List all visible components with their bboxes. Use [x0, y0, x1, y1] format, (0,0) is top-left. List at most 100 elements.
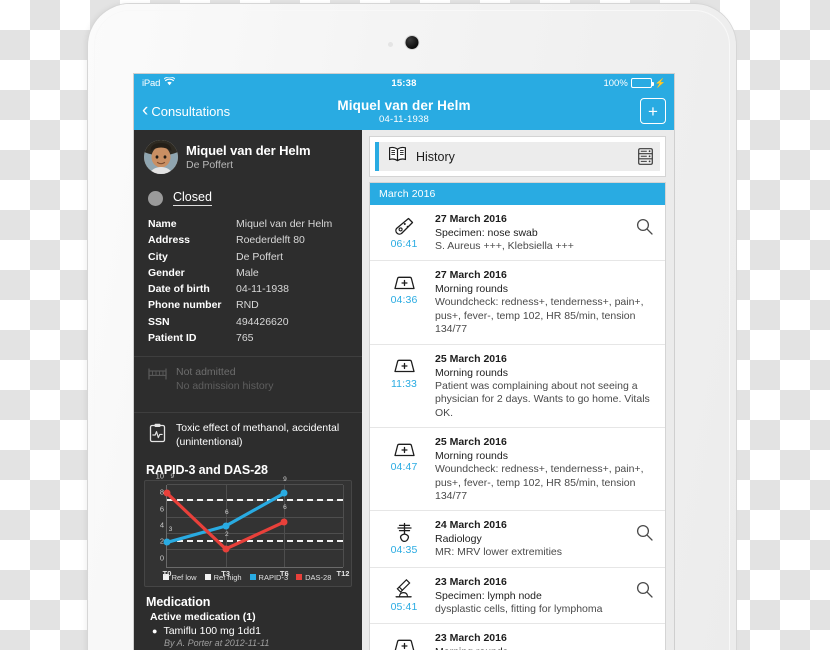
- scores-chart-section: RAPID-3 and DAS-28 10 8 6 4 2 0 3 6 9 9 …: [134, 459, 362, 587]
- back-to-consultations-button[interactable]: ‹ Consultations: [142, 99, 231, 121]
- info-value: 04-11-1938: [236, 283, 289, 296]
- info-key: Address: [148, 234, 191, 247]
- chart-series-lines: [167, 485, 343, 567]
- entry-time: 05:41: [390, 600, 418, 613]
- admission-status-block[interactable]: Not admitted No admission history: [134, 357, 362, 402]
- data-point-das28: [280, 518, 288, 526]
- info-key: City: [148, 250, 168, 263]
- consultation-status-row[interactable]: Closed: [134, 186, 362, 216]
- data-point-rapid3: [163, 538, 171, 546]
- y-tick-label: 4: [159, 520, 164, 530]
- entry-search-button[interactable]: [631, 212, 657, 235]
- history-list-item[interactable]: 05:41 23 March 2016 Specimen: lymph node…: [370, 568, 665, 625]
- patient-header[interactable]: Miquel van der Helm De Poffert: [134, 130, 362, 186]
- diagnosis-text: Toxic effect of methanol, accidental (un…: [176, 422, 339, 449]
- info-value: Miquel van der Helm: [236, 218, 333, 230]
- history-list-item[interactable]: 06:41 27 March 2016 Specimen: nose swab …: [370, 205, 665, 262]
- entry-icon-time: 11:33: [375, 352, 433, 390]
- history-header[interactable]: History: [375, 142, 660, 171]
- history-list-item[interactable]: 04:36 27 March 2016 Morning rounds Wound…: [370, 261, 665, 345]
- medication-title: Medication: [146, 594, 211, 609]
- diagnosis-block[interactable]: Toxic effect of methanol, accidental (un…: [134, 413, 362, 458]
- ambient-sensor-icon: [388, 42, 393, 47]
- battery-icon: [630, 78, 654, 88]
- entry-date: 25 March 2016: [435, 436, 507, 449]
- chevron-left-icon: ‹: [142, 99, 149, 121]
- tablet-device-frame: iPad 15:38 100% ⚡ ‹ Consultations Miquel…: [88, 4, 736, 650]
- info-row: SSN 494426620: [148, 314, 348, 330]
- entry-time: 04:35: [390, 544, 418, 557]
- entry-content: 27 March 2016 Morning rounds Woundcheck:…: [435, 268, 657, 336]
- patient-name-group: Miquel van der Helm De Poffert: [186, 143, 311, 171]
- info-row: Name Miquel van der Helm: [148, 216, 348, 232]
- list-view-icon[interactable]: [638, 148, 653, 165]
- app-content-area: Miquel van der Helm De Poffert Closed Na…: [134, 130, 674, 650]
- entry-content: 23 March 2016 Specimen: lymph node dyspl…: [435, 575, 629, 616]
- history-title: History: [416, 149, 455, 164]
- tablet-screen: iPad 15:38 100% ⚡ ‹ Consultations Miquel…: [134, 74, 674, 650]
- avatar: [144, 140, 178, 174]
- medication-prescriber: By A. Porter at 2012-11-11: [164, 638, 270, 649]
- legend-item-das28[interactable]: DAS-28: [296, 573, 331, 582]
- data-point-label: 9: [170, 473, 175, 481]
- back-button-label: Consultations: [151, 103, 231, 119]
- history-list-item[interactable]: 03:42 23 March 2016 Morning rounds Pain-…: [370, 624, 665, 650]
- history-list[interactable]: March 2016 06:41 27 March 2016 Specimen:…: [369, 182, 666, 650]
- history-pane: History March 2016 06:41 27 March 2016 S…: [362, 130, 674, 650]
- chart-card[interactable]: 10 8 6 4 2 0 3 6 9 9 2 6 T0 T3 T6 T12 Re…: [144, 471, 352, 587]
- diagnosis-line-1: Toxic effect of methanol, accidental: [176, 422, 340, 435]
- x-tick-label: T6: [279, 568, 289, 578]
- entry-date: 27 March 2016: [435, 213, 507, 225]
- info-value: Male: [236, 266, 259, 279]
- x-tick-label: T12: [336, 568, 350, 578]
- data-point-rapid3: [280, 489, 288, 497]
- status-badge: [148, 190, 163, 206]
- entry-content: 27 March 2016 Specimen: nose swab S. Aur…: [435, 212, 629, 253]
- entry-date: 23 March 2016: [435, 575, 507, 588]
- entry-time: 04:47: [390, 461, 418, 474]
- entry-type: Specimen: lymph node: [435, 589, 542, 602]
- hospital-bed-icon: [147, 366, 167, 381]
- add-button[interactable]: +: [640, 98, 666, 124]
- active-medication-subtitle: Active medication (1): [150, 610, 256, 623]
- data-point-label: 3: [168, 525, 173, 533]
- status-label: Closed: [173, 190, 212, 206]
- open-book-icon: [388, 146, 407, 167]
- y-tick-label: 10: [155, 471, 164, 481]
- lightning-bolt-icon: ⚡: [654, 77, 666, 88]
- patient-detail-sidebar: Miquel van der Helm De Poffert Closed Na…: [134, 130, 362, 650]
- medication-list-item[interactable]: ● Tamiflu 100 mg 1dd1: [146, 625, 352, 638]
- history-list-item[interactable]: 11:33 25 March 2016 Morning rounds Patie…: [370, 345, 665, 429]
- entry-search-button[interactable]: [631, 575, 657, 598]
- entry-detail: MR: MRV lower extremities: [435, 546, 562, 559]
- legend-swatch: [296, 574, 303, 581]
- info-key: Date of birth: [148, 283, 210, 296]
- page-subtitle-dob: 04-11-1938: [379, 113, 429, 125]
- bullet-icon: ●: [152, 625, 158, 636]
- entry-content: 23 March 2016 Morning rounds Pain-, feve…: [435, 631, 657, 650]
- search-icon: [636, 525, 653, 542]
- entry-icon-time: 06:41: [375, 212, 433, 250]
- entry-type: Morning rounds: [435, 366, 508, 379]
- legend-swatch: [249, 574, 256, 581]
- page-title: Miquel van der Helm: [337, 97, 471, 113]
- entry-type: Morning rounds: [435, 646, 657, 650]
- history-list-item[interactable]: 04:35 24 March 2016 Radiology MR: MRV lo…: [370, 511, 665, 568]
- nurse-hat-icon: [393, 438, 416, 460]
- plus-icon: +: [648, 101, 658, 121]
- entry-content: 24 March 2016 Radiology MR: MRV lower ex…: [435, 518, 629, 559]
- legend-label: Ref low: [171, 572, 197, 582]
- entry-search-button[interactable]: [631, 518, 657, 542]
- patient-name: Miquel van der Helm: [186, 143, 311, 158]
- chart-title: RAPID-3 and DAS-28: [146, 462, 268, 477]
- entry-icon-time: 04:47: [375, 435, 433, 473]
- entry-content: 25 March 2016 Morning rounds Patient was…: [435, 352, 657, 420]
- nurse-hat-icon: [393, 634, 416, 650]
- history-list-item[interactable]: 04:47 25 March 2016 Morning rounds Wound…: [370, 428, 665, 512]
- entry-type: Radiology: [435, 533, 482, 546]
- entry-time: 06:41: [390, 238, 418, 250]
- entry-icon-time: 04:35: [375, 518, 433, 556]
- search-icon: [636, 581, 653, 598]
- admission-line-1: Not admitted: [176, 366, 236, 379]
- history-header-card: History: [369, 136, 666, 177]
